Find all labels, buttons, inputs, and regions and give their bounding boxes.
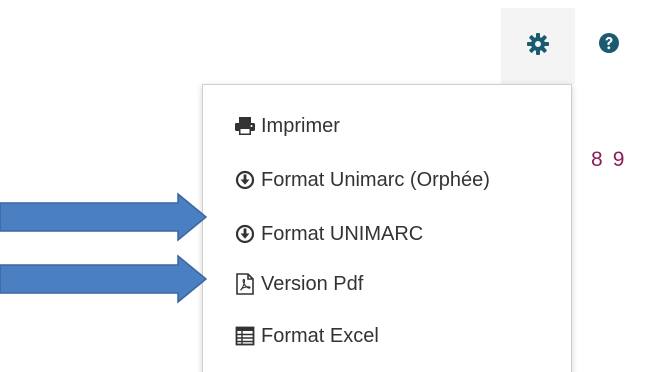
annotation-arrow bbox=[0, 192, 208, 242]
pagination: 8 9 bbox=[591, 148, 624, 172]
menu-item-label: Format Excel bbox=[261, 324, 379, 347]
menu-item-print[interactable]: Imprimer bbox=[233, 110, 340, 142]
menu-item-format-unimarc-orphee[interactable]: Format Unimarc (Orphée) bbox=[233, 164, 490, 196]
export-dropdown-menu: Imprimer Format Unimarc (Orphée) Format … bbox=[202, 84, 572, 372]
spreadsheet-icon bbox=[233, 324, 257, 348]
download-circle-icon bbox=[233, 168, 257, 192]
pdf-file-icon bbox=[233, 272, 257, 296]
page-link[interactable]: 8 bbox=[591, 148, 603, 172]
printer-icon bbox=[233, 114, 257, 138]
question-circle-icon bbox=[598, 32, 620, 59]
gear-icon bbox=[526, 32, 550, 61]
menu-item-label: Format Unimarc (Orphée) bbox=[261, 168, 490, 191]
page: 8 9 Imprimer Format Unimarc (Orphée) For… bbox=[0, 0, 650, 372]
menu-item-format-excel[interactable]: Format Excel bbox=[233, 320, 379, 352]
help-button[interactable] bbox=[594, 30, 624, 60]
menu-item-format-unimarc[interactable]: Format UNIMARC bbox=[233, 218, 423, 250]
menu-item-version-pdf[interactable]: Version Pdf bbox=[233, 268, 363, 300]
menu-item-label: Imprimer bbox=[261, 114, 340, 137]
annotation-arrow bbox=[0, 254, 208, 304]
menu-item-label: Version Pdf bbox=[261, 272, 364, 295]
settings-button[interactable] bbox=[501, 8, 575, 84]
page-link[interactable]: 9 bbox=[613, 148, 625, 172]
download-circle-icon bbox=[233, 222, 257, 246]
menu-item-label: Format UNIMARC bbox=[261, 222, 424, 245]
